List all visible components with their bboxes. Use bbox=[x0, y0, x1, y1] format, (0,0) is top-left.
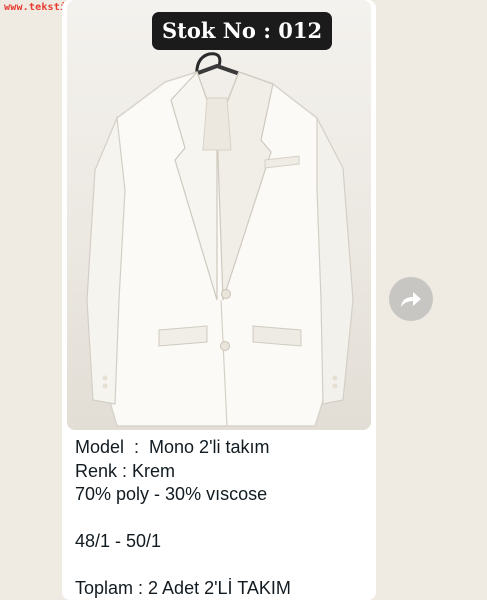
sleeve-button bbox=[102, 375, 108, 381]
caption-size-line: 48/1 - 50/1 bbox=[75, 531, 162, 551]
message-caption: Model : Mono 2'li takım Renk : Krem 70% … bbox=[75, 436, 370, 600]
suit-jacket-image bbox=[86, 52, 354, 427]
caption-color-line: Renk : Krem bbox=[75, 460, 176, 481]
jacket-button-top bbox=[221, 289, 231, 299]
caption-total-line: Toplam : 2 Adet 2'Lİ TAKIM bbox=[75, 578, 291, 598]
jacket-button-bottom bbox=[220, 341, 230, 351]
forward-arrow-icon bbox=[401, 292, 421, 307]
jacket-left-pocket bbox=[158, 325, 208, 347]
jacket-right-pocket bbox=[252, 325, 302, 347]
caption-model-line: Model : Mono 2'li takım bbox=[75, 437, 270, 457]
caption-fabric-line: 70% poly - 30% vıscose bbox=[75, 484, 268, 504]
sleeve-button bbox=[332, 383, 338, 389]
stock-number-badge: Stok No : 012 bbox=[152, 12, 333, 50]
message-photo[interactable]: Stok No : 012 bbox=[67, 0, 371, 430]
sleeve-button bbox=[102, 383, 108, 389]
jacket-right-sleeve bbox=[316, 117, 354, 405]
message-bubble[interactable]: Stok No : 012 Model : Mono 2'li takım Re… bbox=[62, 0, 376, 600]
forward-button[interactable] bbox=[389, 277, 433, 321]
trousers-fold bbox=[202, 97, 232, 151]
sleeve-button bbox=[332, 375, 338, 381]
